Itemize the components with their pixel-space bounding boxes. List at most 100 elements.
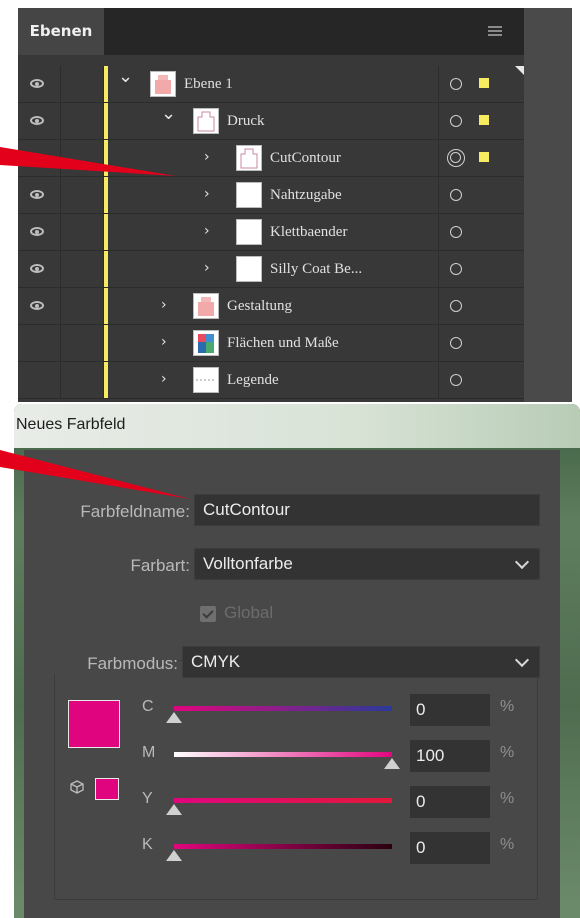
layer-row[interactable]: › Gestaltung [18, 288, 524, 325]
percent-label: % [500, 744, 515, 761]
eye-icon [30, 190, 44, 199]
visibility-toggle[interactable] [18, 103, 61, 139]
visibility-toggle[interactable] [18, 140, 61, 176]
layer-thumbnail [236, 256, 262, 282]
layer-name[interactable]: Legende [227, 362, 279, 398]
layer-color-bar [104, 251, 108, 287]
swatch-preview [68, 700, 120, 748]
visibility-toggle[interactable] [18, 251, 61, 287]
channel-label: K [142, 836, 153, 853]
layer-name[interactable]: Ebene 1 [184, 66, 233, 102]
layer-row[interactable]: ⌄ Ebene 1 [18, 66, 524, 103]
visibility-toggle[interactable] [18, 325, 61, 361]
visibility-toggle[interactable] [18, 362, 61, 398]
color-mode-value: CMYK [191, 652, 241, 671]
lock-toggle[interactable] [61, 251, 104, 287]
channel-slider-handle[interactable] [384, 758, 400, 769]
lock-toggle[interactable] [61, 140, 104, 176]
channel-slider-handle[interactable] [166, 712, 182, 723]
color-type-select[interactable]: Volltonfarbe [194, 548, 540, 580]
target-circle-icon[interactable] [450, 226, 462, 238]
target-circle-icon[interactable] [450, 78, 462, 90]
channel-value-input[interactable]: 0 [410, 786, 490, 818]
layer-row[interactable]: › CutContour [18, 140, 524, 177]
target-circle-icon[interactable] [450, 263, 462, 275]
layer-row[interactable]: › Flächen und Maße [18, 325, 524, 362]
channel-value-input[interactable]: 0 [410, 694, 490, 726]
layer-row[interactable]: › Legende [18, 362, 524, 399]
channel-value-input[interactable]: 100 [410, 740, 490, 772]
lock-toggle[interactable] [61, 325, 104, 361]
target-circle-icon[interactable] [450, 115, 462, 127]
chevron-right-icon[interactable]: › [204, 222, 210, 240]
layer-name[interactable]: Flächen und Maße [227, 325, 339, 361]
layers-panel-header: Ebenen [18, 8, 524, 55]
color-mode-select[interactable]: CMYK [182, 646, 540, 678]
layer-name[interactable]: Klettbaender [270, 214, 347, 250]
lock-toggle[interactable] [61, 214, 104, 250]
visibility-toggle[interactable] [18, 177, 61, 213]
column-divider [438, 177, 439, 213]
channel-slider-track[interactable] [174, 844, 392, 849]
layer-name[interactable]: Gestaltung [227, 288, 292, 324]
eye-icon [30, 116, 44, 125]
chevron-right-icon[interactable]: › [161, 296, 167, 314]
layer-name[interactable]: Druck [227, 103, 265, 139]
dialog-titlebar[interactable]: Neues Farbfeld [14, 404, 580, 448]
column-divider [438, 103, 439, 139]
layer-color-bar [104, 140, 108, 176]
channel-slider-track[interactable] [174, 798, 392, 803]
layer-color-bar [104, 325, 108, 361]
visibility-toggle[interactable] [18, 214, 61, 250]
chevron-down-icon[interactable]: ⌄ [161, 105, 176, 123]
channel-label: M [142, 744, 156, 761]
eye-icon [30, 79, 44, 88]
target-circle-icon[interactable] [447, 149, 465, 167]
chevron-right-icon[interactable]: › [161, 333, 167, 351]
percent-label: % [500, 790, 515, 807]
target-circle-icon[interactable] [450, 300, 462, 312]
color-type-label: Farbart: [130, 556, 190, 575]
in-gamut-swatch[interactable] [95, 778, 119, 800]
panel-menu-icon[interactable] [488, 26, 502, 37]
chevron-right-icon[interactable]: › [204, 259, 210, 277]
chevron-down-icon [514, 554, 530, 570]
layer-row[interactable]: › Silly Coat Be... [18, 251, 524, 288]
visibility-toggle[interactable] [18, 66, 61, 102]
selection-indicator [479, 78, 489, 88]
layer-row[interactable]: › Klettbaender [18, 214, 524, 251]
lock-toggle[interactable] [61, 288, 104, 324]
gamut-cube-icon[interactable] [70, 780, 84, 794]
column-divider [438, 251, 439, 287]
tab-ebenen[interactable]: Ebenen [18, 8, 104, 55]
channel-slider-handle[interactable] [166, 804, 182, 815]
channel-slider-handle[interactable] [166, 850, 182, 861]
lock-toggle[interactable] [61, 362, 104, 398]
layer-row[interactable]: ⌄ Druck [18, 103, 524, 140]
channel-slider-track[interactable] [174, 706, 392, 711]
channel-slider-track[interactable] [174, 752, 392, 757]
layer-name[interactable]: Nahtzugabe [270, 177, 342, 213]
target-circle-icon[interactable] [450, 374, 462, 386]
visibility-toggle[interactable] [18, 288, 61, 324]
global-checkbox[interactable] [200, 606, 216, 622]
channel-value-input[interactable]: 0 [410, 832, 490, 864]
target-circle-icon[interactable] [450, 189, 462, 201]
layer-name[interactable]: Silly Coat Be... [270, 251, 362, 287]
layer-thumbnail [236, 219, 262, 245]
layer-name[interactable]: CutContour [270, 140, 341, 176]
lock-toggle[interactable] [61, 177, 104, 213]
lock-toggle[interactable] [61, 66, 104, 102]
lock-toggle[interactable] [61, 103, 104, 139]
current-layer-corner-icon [515, 66, 524, 75]
layer-color-bar [104, 177, 108, 213]
chevron-right-icon[interactable]: › [204, 185, 210, 203]
layer-row[interactable]: › Nahtzugabe [18, 177, 524, 214]
chevron-right-icon[interactable]: › [161, 370, 167, 388]
chevron-down-icon[interactable]: ⌄ [118, 68, 133, 86]
new-swatch-dialog: Neues Farbfeld Farbfeldname: CutContour … [14, 404, 580, 918]
target-circle-icon[interactable] [450, 337, 462, 349]
chevron-right-icon[interactable]: › [204, 148, 210, 166]
layer-thumbnail [150, 71, 176, 97]
swatch-name-input[interactable]: CutContour [194, 494, 540, 526]
